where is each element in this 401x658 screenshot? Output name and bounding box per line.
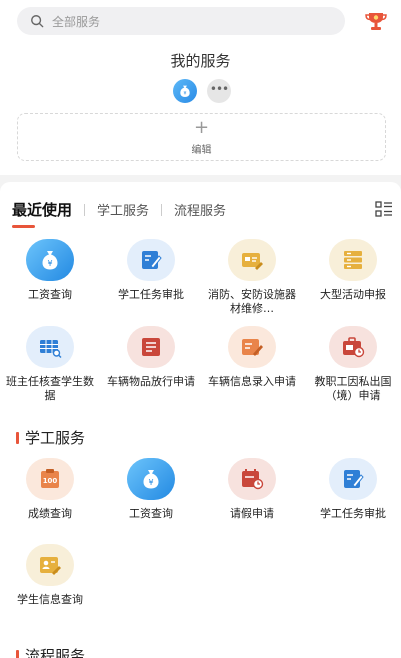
active-tab-indicator [12,225,35,228]
salary-shortcut[interactable]: ¥ [173,79,197,103]
tab-liucheng[interactable]: 流程服务 [174,200,226,219]
service-label: 请假申请 [230,507,274,520]
service-staff-abroad[interactable]: 教职工因私出国（境）申请 [304,326,401,403]
service-label: 学工任务审批 [118,288,184,301]
more-dots-icon: ••• [209,82,229,96]
section-accent-bar [16,431,19,444]
svg-text:100: 100 [43,477,58,485]
icon-tile: ¥ [127,458,175,500]
service-task-approval-2[interactable]: 学工任务审批 [304,458,401,521]
icon-tile [26,544,74,586]
service-salary-query-2[interactable]: ¥ 工资查询 [102,458,200,521]
icon-tile [228,239,276,281]
score-100-icon: 100 [41,469,59,488]
service-vehicle-info-entry[interactable]: 车辆信息录入申请 [203,326,301,389]
service-student-info-query[interactable]: 学生信息查询 [1,544,99,607]
briefcase-clock-icon [343,337,365,358]
header-panel: 全部服务 我的服务 ¥ ••• + 编辑 [0,0,401,175]
services-panel: 最近使用 学工服务 流程服务 ¥ 工资查询 学工任务审批 消防、安防设施器材维修… [0,182,401,658]
tab-recent[interactable]: 最近使用 [12,199,72,220]
section-header-xuegong: 学工服务 [16,427,85,448]
section-title: 流程服务 [25,647,86,658]
search-placeholder: 全部服务 [52,14,101,29]
svg-text:¥: ¥ [184,91,187,97]
service-label: 车辆物品放行申请 [107,375,195,388]
service-label: 车辆信息录入申请 [208,375,296,388]
my-services-icons: ¥ ••• [173,79,231,103]
card-edit-icon [242,253,263,270]
approval-pen-icon [142,251,162,269]
service-vehicle-goods-release[interactable]: 车辆物品放行申请 [102,326,200,389]
icon-tile: ¥ [26,239,74,281]
tab-xuegong[interactable]: 学工服务 [97,200,149,219]
service-label: 工资查询 [28,288,72,301]
service-salary-query[interactable]: ¥ 工资查询 [1,239,99,302]
icon-tile: 100 [26,458,74,500]
trophy-icon[interactable] [364,9,388,33]
tab-divider [161,203,163,216]
tab-bar: 最近使用 学工服务 流程服务 [12,199,226,220]
service-event-report[interactable]: 大型活动申报 [304,239,401,302]
data-table-icon [40,340,62,358]
search-icon [31,15,44,28]
approval-pen-icon [344,470,364,488]
my-services-title: 我的服务 [170,52,231,70]
calendar-clock-icon [242,469,264,490]
stack-list-icon [344,251,362,269]
tab-divider [84,203,86,216]
icon-tile [26,326,74,368]
svg-text:¥: ¥ [148,478,153,487]
service-label: 学生信息查询 [17,593,83,606]
section-header-liucheng: 流程服务 [16,645,85,658]
icon-tile [329,458,377,500]
student-card-icon [40,557,61,575]
money-bag-icon: ¥ [180,85,190,97]
icon-tile [329,326,377,368]
section-title: 学工服务 [25,429,86,447]
money-bag-icon: ¥ [143,470,159,489]
icon-tile [329,239,377,281]
service-student-data-check[interactable]: 班主任核查学生数据 [1,326,99,403]
list-view-icon[interactable] [375,201,393,217]
edit-services-box[interactable]: + 编辑 [17,113,386,161]
icon-tile [127,239,175,281]
form-edit-icon [242,339,263,356]
service-task-approval[interactable]: 学工任务审批 [102,239,200,302]
money-bag-icon: ¥ [42,251,58,270]
document-icon [142,338,160,356]
plus-icon: + [193,117,210,138]
service-label: 大型活动申报 [320,288,386,301]
icon-tile [228,326,276,368]
section-accent-bar [16,649,19,658]
service-label: 学工任务审批 [320,507,386,520]
service-score-query[interactable]: 100 成绩查询 [1,458,99,521]
svg-text:¥: ¥ [47,259,52,268]
edit-label: 编辑 [191,145,212,156]
service-label: 消防、安防设施器材维修… [208,288,296,315]
service-label: 班主任核查学生数据 [6,375,94,402]
service-label: 教职工因私出国（境）申请 [314,375,392,402]
service-leave-request[interactable]: 请假申请 [203,458,301,521]
service-label: 成绩查询 [28,507,72,520]
service-fire-security-repair[interactable]: 消防、安防设施器材维修… [203,239,301,316]
icon-tile [127,326,175,368]
search-bar[interactable]: 全部服务 [17,7,345,35]
icon-tile [228,458,276,500]
service-label: 工资查询 [129,507,173,520]
more-button[interactable]: ••• [207,79,231,103]
